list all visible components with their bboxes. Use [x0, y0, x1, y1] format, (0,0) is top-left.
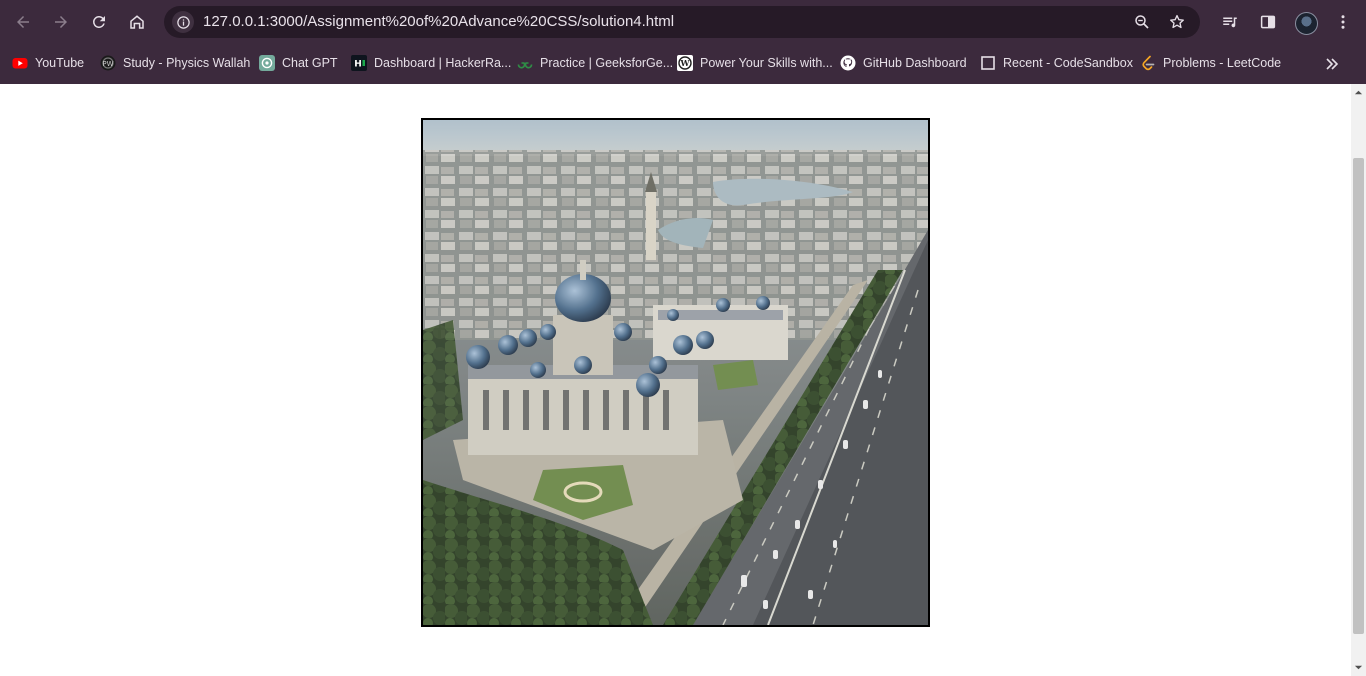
scrollbar-thumb[interactable] [1353, 158, 1364, 634]
back-button[interactable] [9, 8, 37, 36]
bookmark-label: Study - Physics Wallah [123, 56, 251, 70]
bookmark-label: GitHub Dashboard [863, 56, 967, 70]
youtube-icon [12, 55, 28, 71]
vertical-scrollbar[interactable] [1351, 84, 1366, 676]
bookmark-label: Problems - LeetCode [1163, 56, 1282, 70]
forward-button[interactable] [47, 8, 75, 36]
aerial-city-photo [421, 118, 930, 627]
side-panel-icon[interactable] [1259, 13, 1277, 31]
scroll-down-arrow-icon[interactable] [1354, 663, 1363, 672]
physics-wallah-icon: PW [100, 55, 116, 71]
page-content [0, 84, 1351, 676]
scroll-up-arrow-icon[interactable] [1354, 88, 1363, 97]
bookmark-label: Chat GPT [282, 56, 338, 70]
bookmark-leetcode[interactable]: Problems - LeetCode [1140, 53, 1281, 73]
svg-text:PW: PW [102, 60, 113, 68]
profile-avatar[interactable] [1295, 12, 1318, 35]
leetcode-icon [1140, 55, 1156, 71]
chevron-double-right-icon[interactable] [1324, 56, 1340, 72]
media-controls-icon[interactable] [1221, 13, 1239, 31]
bookmark-hackerrank[interactable]: H Dashboard | HackerRa... [351, 53, 511, 73]
info-icon [176, 15, 190, 29]
hackerrank-icon: H [351, 55, 367, 71]
github-icon [840, 55, 856, 71]
aerial-city-cathedral-photo [423, 120, 928, 625]
home-button[interactable] [123, 8, 151, 36]
chatgpt-icon [259, 55, 275, 71]
bookmarks-bar: YouTube PW Study - Physics Wallah Chat G… [0, 44, 1366, 84]
more-menu-icon[interactable] [1334, 13, 1352, 31]
svg-text:W: W [680, 58, 691, 68]
bookmark-label: YouTube [35, 56, 85, 70]
bookmark-github[interactable]: GitHub Dashboard [840, 53, 967, 73]
bookmark-chatgpt[interactable]: Chat GPT [259, 53, 338, 73]
svg-text:H: H [354, 60, 362, 70]
arrow-left-icon [17, 16, 29, 28]
bookmark-wordpress[interactable]: W Power Your Skills with... [677, 53, 833, 73]
wordpress-icon: W [677, 55, 693, 71]
reload-button[interactable] [85, 8, 113, 36]
site-info-button[interactable] [172, 11, 194, 33]
arrow-right-icon [55, 16, 67, 28]
browser-toolbar: 127.0.0.1:3000/Assignment%20of%20Advance… [0, 0, 1366, 44]
bookmark-youtube[interactable]: YouTube [12, 53, 84, 73]
bookmark-geeksforgeeks[interactable]: Practice | GeeksforGe... [517, 53, 673, 73]
bookmark-physics-wallah[interactable]: PW Study - Physics Wallah [100, 53, 250, 73]
zoom-icon[interactable] [1133, 13, 1151, 31]
bookmark-codesandbox[interactable]: Recent - CodeSandbox [980, 53, 1133, 73]
bookmark-label: Recent - CodeSandbox [1003, 56, 1133, 70]
url-text[interactable]: 127.0.0.1:3000/Assignment%20of%20Advance… [203, 13, 674, 30]
geeksforgeeks-icon [517, 55, 533, 71]
home-icon [130, 15, 144, 29]
reload-icon [92, 15, 105, 28]
bookmark-label: Practice | GeeksforGe... [540, 56, 674, 70]
bookmark-label: Power Your Skills with... [700, 56, 833, 70]
bookmark-star-icon[interactable] [1168, 13, 1186, 31]
codesandbox-icon [980, 55, 996, 71]
bookmark-label: Dashboard | HackerRa... [374, 56, 512, 70]
browser-chrome: 127.0.0.1:3000/Assignment%20of%20Advance… [0, 0, 1366, 84]
address-bar[interactable]: 127.0.0.1:3000/Assignment%20of%20Advance… [164, 6, 1200, 38]
